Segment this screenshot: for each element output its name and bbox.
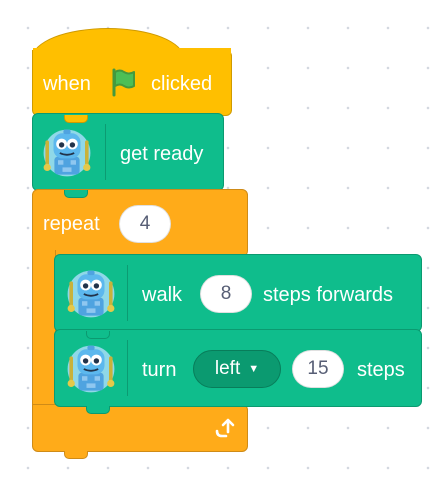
turn-direction-value: left <box>214 358 241 379</box>
repeat-count-input[interactable]: 4 <box>119 205 171 243</box>
repeat-block[interactable]: repeat 4 <box>32 189 248 257</box>
walk-label: walk <box>142 284 183 306</box>
turn-notch <box>86 406 110 414</box>
turn-suffix-label: steps <box>357 359 405 381</box>
walk-block[interactable]: walk 8 steps forwards <box>54 254 422 332</box>
loop-arrow-icon <box>213 417 235 439</box>
separator <box>127 340 128 396</box>
green-flag-icon <box>109 67 139 97</box>
chevron-down-icon: ▼ <box>248 363 260 375</box>
clicked-label: clicked <box>151 73 213 95</box>
hat-notch <box>64 115 88 123</box>
walk-suffix-label: steps forwards <box>263 284 394 306</box>
get-ready-block[interactable]: get ready <box>32 113 224 191</box>
robot-sprite-icon <box>64 267 118 321</box>
turn-icon-area <box>55 330 127 406</box>
repeat-arm <box>32 250 56 410</box>
turn-block[interactable]: turn left ▼ 15 steps <box>54 329 422 407</box>
get-ready-icon-area <box>33 114 105 190</box>
walk-icon-area <box>55 255 127 331</box>
robot-sprite-icon <box>40 126 94 180</box>
repeat-bottom <box>32 404 248 452</box>
robot-sprite-icon <box>64 342 118 396</box>
walk-steps-input[interactable]: 8 <box>200 275 252 313</box>
get-ready-notch <box>64 190 88 198</box>
turn-amount-input[interactable]: 15 <box>292 350 344 388</box>
repeat-bottom-notch <box>64 451 88 459</box>
walk-notch <box>86 331 110 339</box>
get-ready-label: get ready <box>120 143 204 165</box>
repeat-label: repeat <box>43 213 100 235</box>
when-label: when <box>43 73 91 95</box>
turn-direction-dropdown[interactable]: left ▼ <box>193 350 281 388</box>
separator <box>105 124 106 180</box>
hat-cap-fill <box>33 48 231 54</box>
turn-label: turn <box>142 359 177 381</box>
separator <box>127 265 128 321</box>
when-flag-clicked-block[interactable]: when clicked <box>32 50 232 116</box>
